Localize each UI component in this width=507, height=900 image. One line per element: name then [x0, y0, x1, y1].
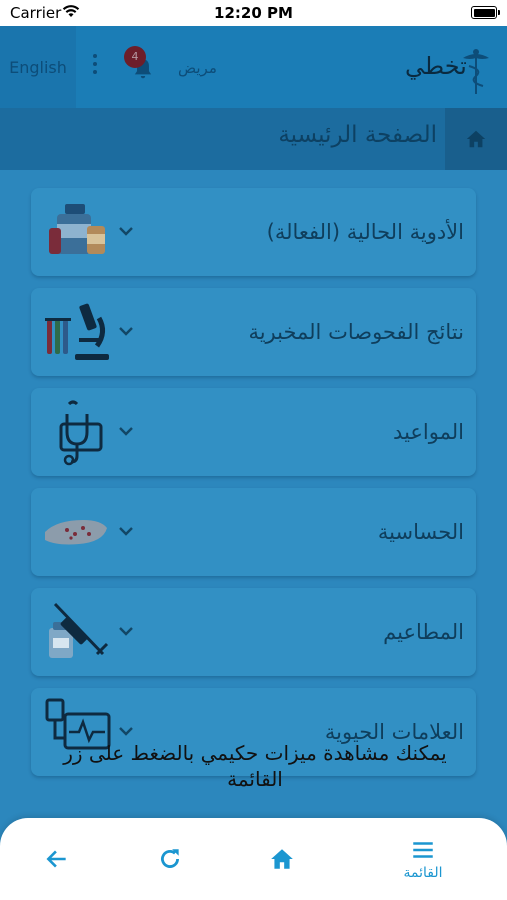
chevron-down-icon — [119, 727, 133, 736]
status-bar: Carrier 12:20 PM — [0, 0, 507, 26]
refresh-icon — [161, 849, 179, 868]
card-appointments[interactable]: المواعيد — [31, 388, 476, 476]
breadcrumb: الصفحة الرئيسية — [0, 108, 507, 170]
page-title: الصفحة الرئيسية — [278, 122, 437, 148]
clock: 12:20 PM — [214, 4, 293, 22]
breadcrumb-home-button[interactable] — [445, 108, 507, 170]
microscope-icon — [45, 303, 109, 360]
refresh-button[interactable] — [125, 818, 215, 900]
hamburger-menu-icon — [413, 842, 433, 858]
medicine-bottles-icon — [49, 204, 105, 254]
home-cards: الأدوية الحالية (الفعالة) نتائج الفحوصات… — [0, 170, 507, 900]
home-icon — [466, 130, 486, 148]
card-allergy[interactable]: الحساسية — [31, 488, 476, 576]
card-title: المطاعيم — [383, 620, 464, 644]
brand: تخطي — [405, 46, 497, 96]
card-lab-results[interactable]: نتائج الفحوصات المخبرية — [31, 288, 476, 376]
chevron-down-icon — [119, 527, 133, 536]
chevron-down-icon — [119, 627, 133, 636]
menu-label: القائمة — [403, 865, 443, 881]
battery-icon — [471, 6, 500, 19]
back-button[interactable] — [12, 818, 102, 900]
notification-badge: 4 — [124, 46, 146, 68]
home-nav-button[interactable] — [237, 818, 327, 900]
more-options-icon[interactable] — [88, 54, 102, 80]
language-button[interactable]: English — [0, 26, 76, 108]
user-role-label: مريض — [178, 59, 217, 77]
syringe-icon — [49, 602, 109, 658]
chevron-down-icon — [119, 327, 133, 336]
home-icon — [271, 849, 293, 869]
app-header: English 4 مريض تخطي — [0, 26, 507, 108]
bottom-navigation: القائمة — [0, 818, 507, 900]
card-vaccinations[interactable]: المطاعيم — [31, 588, 476, 676]
allergy-icon — [45, 520, 107, 545]
card-current-medications[interactable]: الأدوية الحالية (الفعالة) — [31, 188, 476, 276]
card-title: نتائج الفحوصات المخبرية — [248, 320, 464, 344]
caduceus-logo-icon — [455, 46, 497, 96]
card-title: الحساسية — [377, 520, 464, 544]
onboarding-tooltip: يمكنك مشاهدة ميزات حكيمي بالضغط على زر ا… — [63, 741, 447, 791]
stethoscope-icon — [59, 400, 103, 466]
menu-button[interactable]: القائمة — [378, 818, 468, 900]
card-title: الأدوية الحالية (الفعالة) — [266, 220, 464, 244]
chevron-down-icon — [119, 427, 133, 436]
chevron-down-icon — [119, 227, 133, 236]
card-title: المواعيد — [393, 420, 464, 444]
arrow-left-icon — [46, 850, 66, 868]
